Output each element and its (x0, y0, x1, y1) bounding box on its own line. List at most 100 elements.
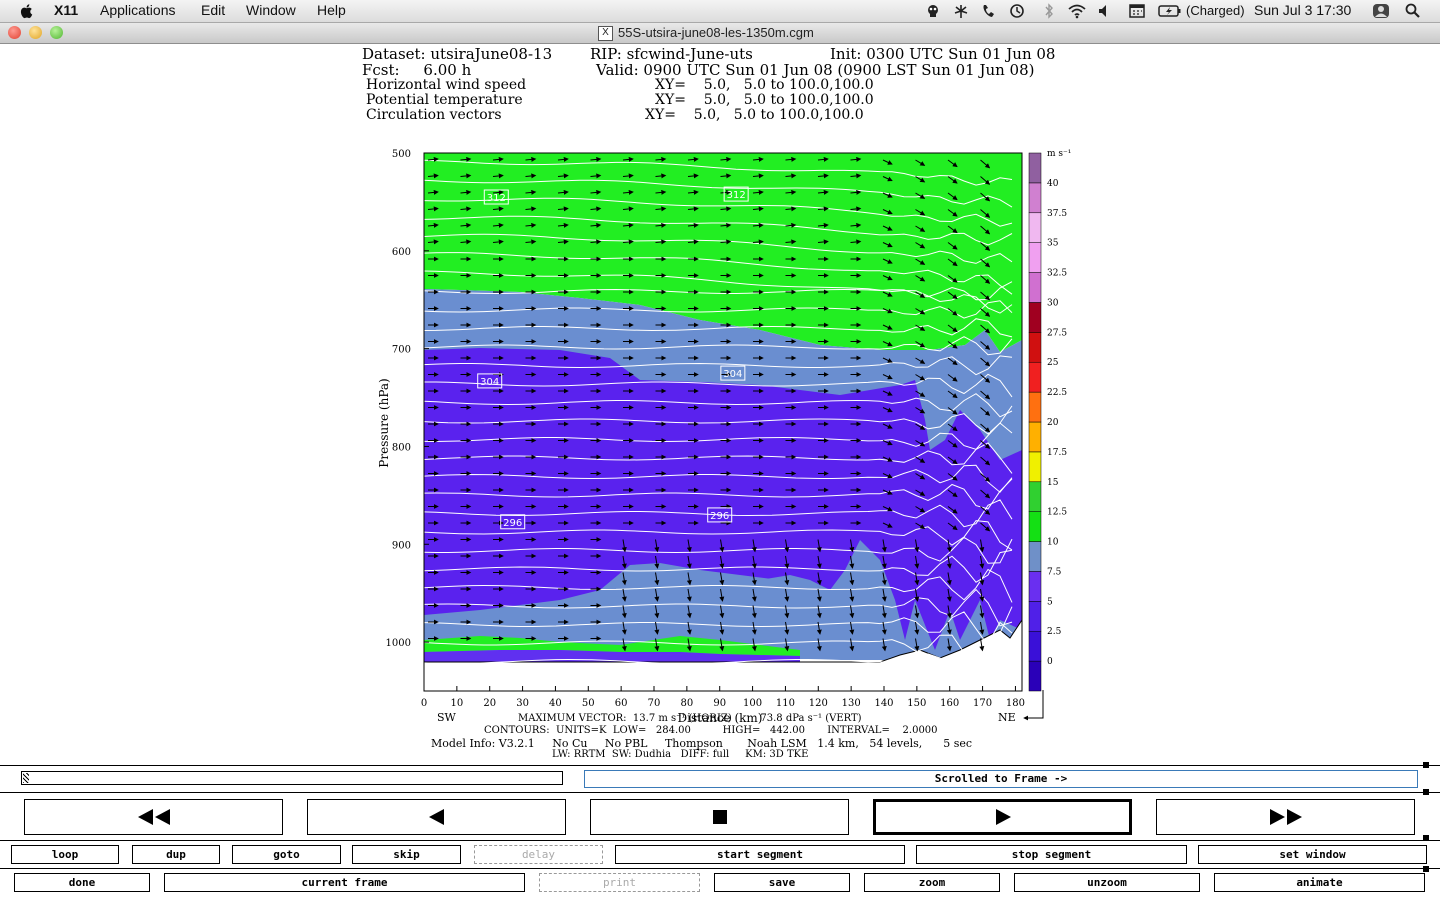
animate-button[interactable]: animate (1214, 873, 1425, 892)
wind-vector (882, 390, 893, 396)
wind-vector (915, 275, 926, 282)
wind-vector (980, 275, 991, 284)
save-button[interactable]: save (714, 873, 850, 892)
wind-vector (784, 638, 790, 652)
wind-vector (751, 539, 757, 553)
wind-vector (816, 572, 822, 586)
wind-vector (655, 189, 667, 195)
spotlight-search-icon[interactable] (1404, 3, 1422, 19)
delay-button[interactable]: delay (474, 845, 603, 864)
colorbar-swatch (1028, 451, 1042, 483)
dup-button[interactable]: dup (132, 845, 220, 864)
wind-vector (947, 423, 958, 432)
minimize-window-button[interactable] (29, 26, 42, 39)
wind-vector (849, 605, 855, 619)
done-button[interactable]: done (14, 873, 150, 892)
wind-vector (980, 374, 991, 383)
wind-vector (719, 638, 725, 652)
x-tick-label: 150 (907, 698, 926, 709)
resize-handle[interactable] (1423, 762, 1429, 768)
resize-handle[interactable] (1423, 789, 1429, 795)
colorbar-label: 22.5 (1047, 388, 1067, 398)
colorbar: 0 2.5 5 7.5 10 12.5 15 17.5 20 22.5 25 27.5 30 32.5 35… (1028, 152, 1067, 692)
colorbar-label: 15 (1047, 478, 1059, 488)
colorbar-label: 7.5 (1047, 567, 1062, 577)
close-window-button[interactable] (8, 26, 21, 39)
wind-vector (590, 206, 602, 212)
menu-window[interactable]: Window (246, 2, 296, 18)
zoom-button[interactable]: zoom (864, 873, 1000, 892)
loop-button[interactable]: loop (11, 845, 119, 864)
current-frame-button[interactable]: current frame (164, 873, 525, 892)
y-tick-label: 700 (392, 345, 411, 356)
wind-vector (914, 539, 920, 553)
battery-icon[interactable] (1158, 3, 1182, 19)
wind-vector (947, 291, 958, 300)
stop-segment-button[interactable]: stop segment (916, 845, 1187, 864)
wind-vector (947, 275, 958, 283)
user-icon[interactable] (1372, 3, 1390, 19)
goto-button[interactable]: goto (232, 845, 341, 864)
apple-menu-icon[interactable] (18, 2, 36, 20)
wind-vector (979, 539, 985, 553)
menu-edit[interactable]: Edit (201, 2, 225, 18)
set-window-button[interactable]: set window (1198, 845, 1427, 864)
resize-handle[interactable] (1423, 866, 1429, 872)
wind-vector (947, 192, 958, 201)
scrollbar-thumb[interactable] (23, 773, 29, 783)
bluetooth-icon[interactable] (1040, 3, 1058, 19)
wind-vector (525, 156, 537, 162)
contour-label: 312 (487, 193, 506, 204)
menu-clock[interactable]: Sun Jul 3 17:30 (1254, 2, 1351, 18)
skip-button[interactable]: skip (352, 845, 461, 864)
x11-document-icon: X (598, 26, 613, 41)
frame-scrollbar[interactable] (21, 771, 563, 785)
wind-vector (492, 189, 504, 195)
menu-applications[interactable]: Applications (100, 2, 176, 18)
wind-vector (914, 555, 920, 569)
wind-vector (557, 206, 569, 212)
header-field-xy: XY= 5.0, 5.0 to 100.0,100.0 (655, 92, 874, 108)
theta-contour (424, 159, 1013, 186)
step-back-button[interactable] (307, 799, 566, 835)
y-tick-label: 1000 (386, 638, 411, 649)
wind-vector (817, 222, 829, 228)
play-button[interactable] (873, 799, 1132, 835)
wind-vector (621, 555, 627, 569)
wind-vector (914, 588, 920, 602)
time-machine-icon[interactable] (1008, 3, 1026, 19)
x-tick-label: 160 (940, 698, 959, 709)
menu-help[interactable]: Help (317, 2, 346, 18)
calendar-icon[interactable] (1128, 3, 1146, 19)
wind-vector (881, 572, 887, 586)
alien-status-icon[interactable] (924, 3, 942, 19)
wind-vector (882, 357, 893, 363)
y-axis: 500 600 700 800 900 1000 (386, 149, 429, 649)
start-segment-button[interactable]: start segment (615, 845, 905, 864)
volume-icon[interactable] (1096, 3, 1114, 19)
x-tick-label: 40 (549, 698, 562, 709)
colorbar-label: 10 (1047, 538, 1059, 548)
phone-icon[interactable] (980, 3, 998, 19)
wind-vector (621, 605, 627, 619)
wind-vector (980, 473, 991, 482)
wind-vector (881, 588, 887, 602)
wind-vector (654, 572, 660, 586)
rewind-button[interactable] (24, 799, 283, 835)
print-button[interactable]: print (539, 873, 700, 892)
menu-app-name[interactable]: X11 (54, 2, 78, 18)
wind-vector (881, 621, 887, 635)
wind-vector (979, 605, 985, 619)
wind-vector (947, 324, 958, 333)
wind-vector (784, 572, 790, 586)
wind-vector (686, 638, 692, 652)
fast-forward-button[interactable] (1156, 799, 1415, 835)
wifi-icon[interactable] (1068, 3, 1086, 19)
theta-contour (424, 640, 1013, 684)
stop-button[interactable] (590, 799, 849, 835)
zoom-window-button[interactable] (50, 26, 63, 39)
unzoom-button[interactable]: unzoom (1014, 873, 1200, 892)
wind-vector (881, 605, 887, 619)
antenna-icon[interactable] (952, 3, 970, 19)
wind-vector (525, 239, 537, 245)
